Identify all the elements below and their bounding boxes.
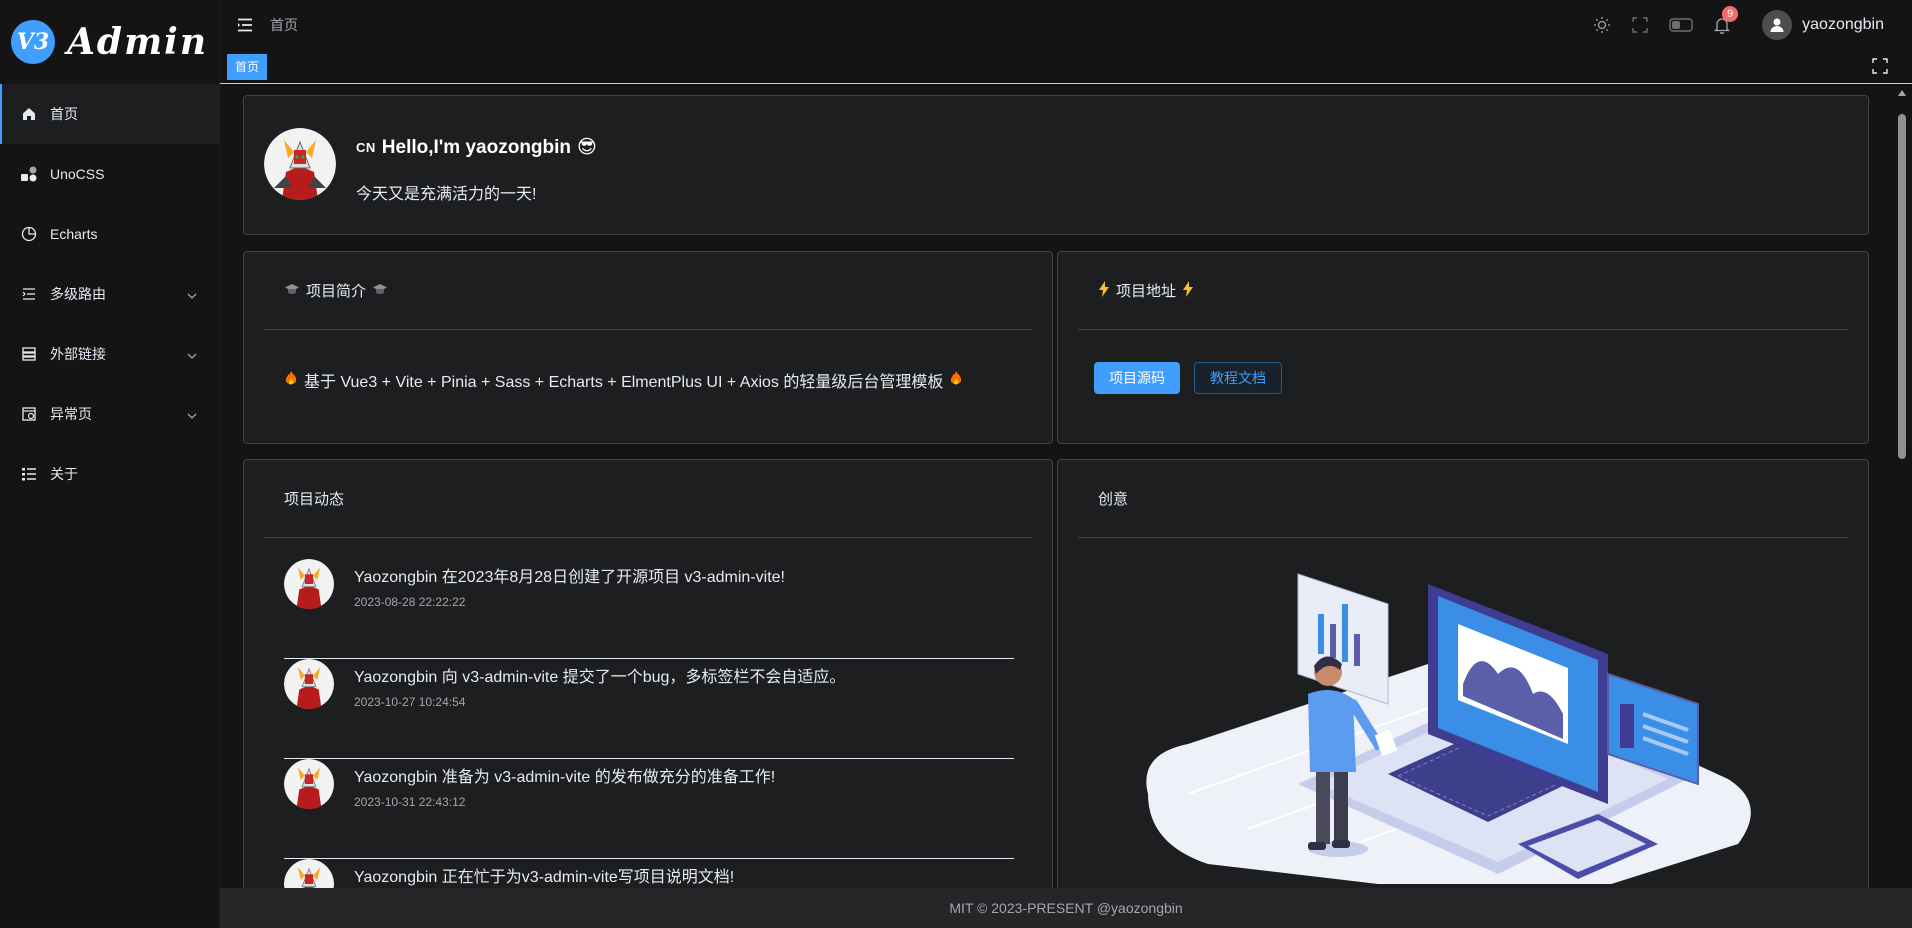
sidebar-item-echarts[interactable]: Echarts: [0, 204, 219, 264]
home-icon: [20, 105, 38, 123]
news-date: 2023-08-28 22:22:22: [354, 595, 466, 609]
intro-description: 基于 Vue3 + Vite + Pinia + Sass + Echarts …: [284, 368, 963, 392]
pie-chart-icon: [20, 225, 38, 243]
graduation-cap-icon: [284, 282, 300, 300]
card-header: 项目地址: [1078, 252, 1848, 330]
profile-avatar: [264, 128, 336, 200]
card-title: 项目地址: [1116, 283, 1177, 300]
tags-bar: 首页: [220, 50, 1912, 84]
card-title: 项目简介: [306, 283, 367, 300]
fullscreen-content-icon[interactable]: [1872, 58, 1888, 79]
source-code-button[interactable]: 项目源码: [1094, 362, 1180, 394]
chevron-down-icon: [187, 288, 197, 304]
sidebar-item-label: 外部链接: [50, 346, 106, 362]
app-root: V3 Admin 首页 UnoCSS Echarts 多级路由 外部链接 异常页…: [0, 0, 1912, 928]
avatar: [284, 559, 334, 609]
notification-badge: 9: [1722, 6, 1739, 22]
card-title: 项目动态: [284, 491, 345, 508]
sidebar-item-label: 异常页: [50, 406, 92, 422]
top-header: 首页 9 yaozongbin: [220, 0, 1912, 50]
card-header: 项目动态: [264, 460, 1032, 538]
docs-button[interactable]: 教程文档: [1194, 362, 1282, 394]
sidebar-item-about[interactable]: 关于: [0, 444, 219, 504]
sidebar-item-external-links[interactable]: 外部链接: [0, 324, 219, 384]
fire-icon: [284, 370, 298, 391]
fullscreen-icon[interactable]: [1630, 15, 1650, 35]
graduation-cap-icon: [372, 282, 388, 300]
project-address-card: 项目地址 项目源码 教程文档: [1057, 251, 1869, 444]
username: yaozongbin: [1802, 16, 1884, 33]
error-page-icon: [20, 405, 38, 423]
server-icon: [20, 345, 38, 363]
sunglasses-emoji-icon: 😎: [577, 137, 597, 158]
card-header: 创意: [1078, 460, 1848, 538]
avatar: [284, 759, 334, 809]
sidebar-item-label: 多级路由: [50, 286, 106, 302]
scroll-up-icon[interactable]: [1898, 90, 1906, 96]
idea-card: 创意: [1057, 459, 1869, 888]
content-scrollbar[interactable]: [1892, 84, 1912, 888]
intro-text: 基于 Vue3 + Vite + Pinia + Sass + Echarts …: [304, 374, 944, 391]
scrollbar-thumb[interactable]: [1898, 114, 1906, 459]
theme-sun-icon[interactable]: [1592, 15, 1612, 35]
welcome-card: CN Hello,I'm yaozongbin 😎 今天又是充满活力的一天!: [243, 95, 1869, 235]
logo[interactable]: V3 Admin: [0, 0, 219, 84]
sidebar-item-multi-route[interactable]: 多级路由: [0, 264, 219, 324]
card-title: 创意: [1098, 491, 1129, 508]
logo-text: Admin: [66, 21, 209, 63]
notification-bell-icon[interactable]: 9: [1712, 6, 1739, 35]
sidebar-item-home[interactable]: 首页: [0, 84, 219, 144]
project-intro-card: 项目简介 基于 Vue3 + Vite + Pinia + Sass + Ech…: [243, 251, 1053, 444]
header-actions: 9 yaozongbin: [1592, 0, 1884, 50]
list-icon: [20, 465, 38, 483]
card-header: 项目简介: [264, 252, 1032, 330]
news-text: Yaozongbin 准备为 v3-admin-vite 的发布做充分的准备工作…: [354, 769, 776, 786]
menu-list-icon: [20, 285, 38, 303]
sidebar-item-unocss[interactable]: UnoCSS: [0, 144, 219, 204]
footer: MIT © 2023-PRESENT @yaozongbin: [220, 888, 1912, 928]
laptop-illustration: [1128, 544, 1768, 888]
sidebar-item-error-page[interactable]: 异常页: [0, 384, 219, 444]
news-date: 2023-10-27 10:24:54: [354, 695, 466, 709]
logo-badge: V3: [10, 20, 55, 64]
sidebar: V3 Admin 首页 UnoCSS Echarts 多级路由 外部链接 异常页…: [0, 0, 220, 928]
lightning-icon: [1098, 280, 1110, 301]
toggle-switch-icon[interactable]: [1668, 15, 1694, 35]
tag-home[interactable]: 首页: [227, 54, 268, 80]
cn-tag: CN: [356, 140, 376, 155]
list-item: Yaozongbin 向 v3-admin-vite 提交了一个bug，多标签栏…: [284, 659, 1014, 759]
sidebar-item-label: Echarts: [50, 226, 98, 242]
chevron-down-icon: [187, 408, 197, 424]
news-text: Yaozongbin 正在忙于为v3-admin-vite写项目说明文档!: [354, 869, 735, 886]
user-avatar: [1762, 10, 1793, 40]
user-menu[interactable]: yaozongbin: [1762, 10, 1884, 40]
avatar: [284, 659, 334, 709]
fire-icon: [949, 370, 963, 391]
shapes-icon: [20, 165, 38, 183]
sidebar-item-label: UnoCSS: [50, 166, 105, 182]
main-content: CN Hello,I'm yaozongbin 😎 今天又是充满活力的一天! 项…: [220, 84, 1892, 888]
avatar: [284, 859, 334, 888]
news-text: Yaozongbin 在2023年8月28日创建了开源项目 v3-admin-v…: [354, 569, 785, 586]
welcome-text: Hello,I'm yaozongbin: [381, 136, 572, 158]
list-item: Yaozongbin 在2023年8月28日创建了开源项目 v3-admin-v…: [284, 559, 1014, 659]
breadcrumb[interactable]: 首页: [270, 15, 298, 35]
collapse-menu-icon[interactable]: [236, 16, 254, 34]
sidebar-item-label: 首页: [50, 106, 78, 122]
lightning-icon: [1182, 280, 1194, 301]
news-text: Yaozongbin 向 v3-admin-vite 提交了一个bug，多标签栏…: [354, 669, 846, 686]
welcome-subtitle: 今天又是充满活力的一天!: [356, 186, 537, 203]
sidebar-item-label: 关于: [50, 466, 78, 482]
welcome-title: CN Hello,I'm yaozongbin 😎: [356, 136, 597, 159]
list-item: Yaozongbin 正在忙于为v3-admin-vite写项目说明文档!: [284, 859, 1014, 888]
chevron-down-icon: [187, 348, 197, 364]
list-item: Yaozongbin 准备为 v3-admin-vite 的发布做充分的准备工作…: [284, 759, 1014, 859]
project-news-card: 项目动态 Yaozongbin 在2023年8月28日创建了开源项目 v3-ad…: [243, 459, 1053, 888]
news-date: 2023-10-31 22:43:12: [354, 795, 466, 809]
